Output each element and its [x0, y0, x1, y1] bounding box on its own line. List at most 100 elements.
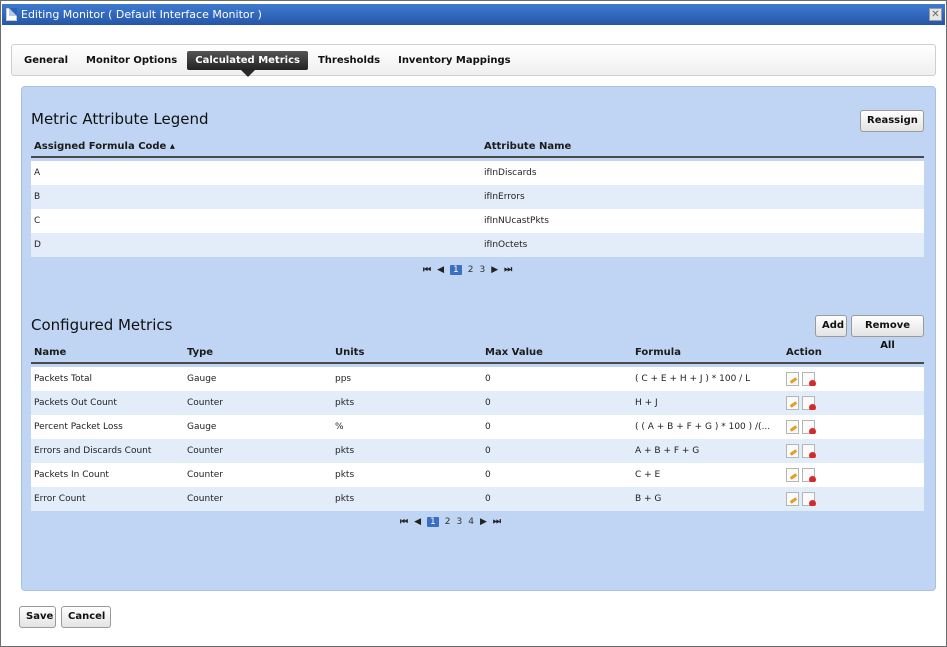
attribute-name: ifInOctets: [484, 240, 528, 250]
tab-thresholds[interactable]: Thresholds: [310, 51, 388, 70]
delete-icon[interactable]: [802, 396, 816, 410]
table-row[interactable]: Errors and Discards Count Counter pkts 0…: [31, 439, 924, 463]
cancel-button[interactable]: Cancel: [61, 606, 111, 628]
metric-max-value: 0: [485, 470, 491, 480]
page-4[interactable]: 4: [468, 517, 474, 527]
add-button[interactable]: Add: [815, 315, 847, 337]
tab-general[interactable]: General: [16, 51, 76, 70]
metric-name: Packets Total: [34, 374, 93, 384]
formula-code: B: [34, 192, 41, 202]
editing-monitor-dialog: Editing Monitor ( Default Interface Moni…: [0, 0, 947, 647]
tab-calculated-metrics[interactable]: Calculated Metrics: [187, 50, 308, 77]
table-row[interactable]: Packets In Count Counter pkts 0 C + E: [31, 463, 924, 487]
row-actions: [783, 492, 924, 506]
delete-icon[interactable]: [802, 372, 816, 386]
table-row[interactable]: Packets Out Count Counter pkts 0 H + J: [31, 391, 924, 415]
metric-units: pkts: [335, 494, 355, 504]
row-actions: [783, 396, 924, 410]
edit-icon[interactable]: [786, 468, 799, 482]
row-actions: [783, 372, 924, 386]
metric-units: pkts: [335, 446, 355, 456]
column-header-units[interactable]: Units: [332, 347, 482, 358]
last-page-icon[interactable]: ⏭: [504, 265, 512, 275]
table-row[interactable]: Error Count Counter pkts 0 B + G: [31, 487, 924, 511]
metric-formula: ( C + E + H + J ) * 100 / L: [635, 374, 751, 384]
reassign-button[interactable]: Reassign: [860, 110, 924, 132]
page-2[interactable]: 2: [445, 517, 451, 527]
table-row[interactable]: B ifInErrors: [31, 185, 924, 209]
metric-formula: B + G: [635, 494, 662, 504]
first-page-icon[interactable]: ⏮: [423, 265, 431, 275]
page-1[interactable]: 1: [427, 517, 439, 527]
delete-icon[interactable]: [802, 492, 816, 506]
legend-table: A ifInDiscards B ifInErrors C ifInNUcast…: [31, 161, 924, 257]
formula-code: C: [34, 216, 41, 226]
first-page-icon[interactable]: ⏮: [400, 517, 408, 527]
column-header-attribute-name[interactable]: Attribute Name: [481, 141, 924, 152]
delete-icon[interactable]: [802, 444, 816, 458]
metric-name: Packets In Count: [34, 470, 109, 480]
edit-icon[interactable]: [786, 420, 799, 434]
close-icon[interactable]: ✕: [929, 8, 942, 21]
table-row[interactable]: A ifInDiscards: [31, 161, 924, 185]
next-page-icon[interactable]: ▶: [480, 517, 487, 527]
metric-max-value: 0: [485, 374, 491, 384]
attribute-name: ifInErrors: [484, 192, 525, 202]
edit-icon[interactable]: [786, 444, 799, 458]
edit-icon[interactable]: [786, 372, 799, 386]
metric-units: pkts: [335, 398, 355, 408]
page-2[interactable]: 2: [468, 265, 474, 275]
column-header-type[interactable]: Type: [184, 347, 332, 358]
title-bar[interactable]: Editing Monitor ( Default Interface Moni…: [2, 4, 945, 25]
column-header-max-value[interactable]: Max Value: [482, 347, 632, 358]
edit-icon[interactable]: [786, 492, 799, 506]
page-3[interactable]: 3: [457, 517, 463, 527]
metric-max-value: 0: [485, 398, 491, 408]
delete-icon[interactable]: [802, 468, 816, 482]
metric-units: pps: [335, 374, 352, 384]
page-3[interactable]: 3: [480, 265, 486, 275]
metrics-table: Packets Total Gauge pps 0 ( C + E + H + …: [31, 367, 924, 511]
table-row[interactable]: D ifInOctets: [31, 233, 924, 257]
document-icon: [6, 8, 17, 21]
row-actions: [783, 444, 924, 458]
tab-monitor-options[interactable]: Monitor Options: [78, 51, 185, 70]
table-row[interactable]: Packets Total Gauge pps 0 ( C + E + H + …: [31, 367, 924, 391]
column-header-formula-code[interactable]: Assigned Formula Code ▴: [31, 141, 481, 152]
table-row[interactable]: Percent Packet Loss Gauge % 0 ( ( A + B …: [31, 415, 924, 439]
save-button[interactable]: Save: [19, 606, 56, 628]
edit-icon[interactable]: [786, 396, 799, 410]
metric-type: Gauge: [187, 374, 217, 384]
metric-type: Counter: [187, 470, 223, 480]
row-actions: [783, 468, 924, 482]
table-row[interactable]: C ifInNUcastPkts: [31, 209, 924, 233]
metric-formula: H + J: [635, 398, 658, 408]
column-header-formula[interactable]: Formula: [632, 347, 783, 358]
legend-pager: ⏮ ◀ 1 2 3 ▶ ⏭: [420, 265, 515, 275]
page-1[interactable]: 1: [450, 265, 462, 275]
prev-page-icon[interactable]: ◀: [437, 265, 444, 275]
legend-title: Metric Attribute Legend: [31, 110, 209, 128]
column-header-name[interactable]: Name: [31, 347, 184, 358]
row-actions: [783, 420, 924, 434]
metric-name: Percent Packet Loss: [34, 422, 123, 432]
metric-max-value: 0: [485, 422, 491, 432]
formula-code: D: [34, 240, 41, 250]
metric-formula: A + B + F + G: [635, 446, 700, 456]
formula-code: A: [34, 168, 41, 178]
metric-type: Counter: [187, 398, 223, 408]
metrics-title: Configured Metrics: [31, 316, 173, 334]
delete-icon[interactable]: [802, 420, 816, 434]
metric-formula: C + E: [635, 470, 661, 480]
last-page-icon[interactable]: ⏭: [493, 517, 501, 527]
metric-name: Error Count: [34, 494, 86, 504]
metrics-header: Name Type Units Max Value Formula Action: [31, 342, 924, 364]
metric-name: Errors and Discards Count: [34, 446, 152, 456]
legend-header: Assigned Formula Code ▴ Attribute Name: [31, 136, 924, 158]
metric-type: Counter: [187, 446, 223, 456]
prev-page-icon[interactable]: ◀: [414, 517, 421, 527]
remove-all-button[interactable]: Remove All: [851, 315, 924, 351]
next-page-icon[interactable]: ▶: [491, 265, 498, 275]
attribute-name: ifInNUcastPkts: [484, 216, 549, 226]
tab-inventory-mappings[interactable]: Inventory Mappings: [390, 51, 519, 70]
